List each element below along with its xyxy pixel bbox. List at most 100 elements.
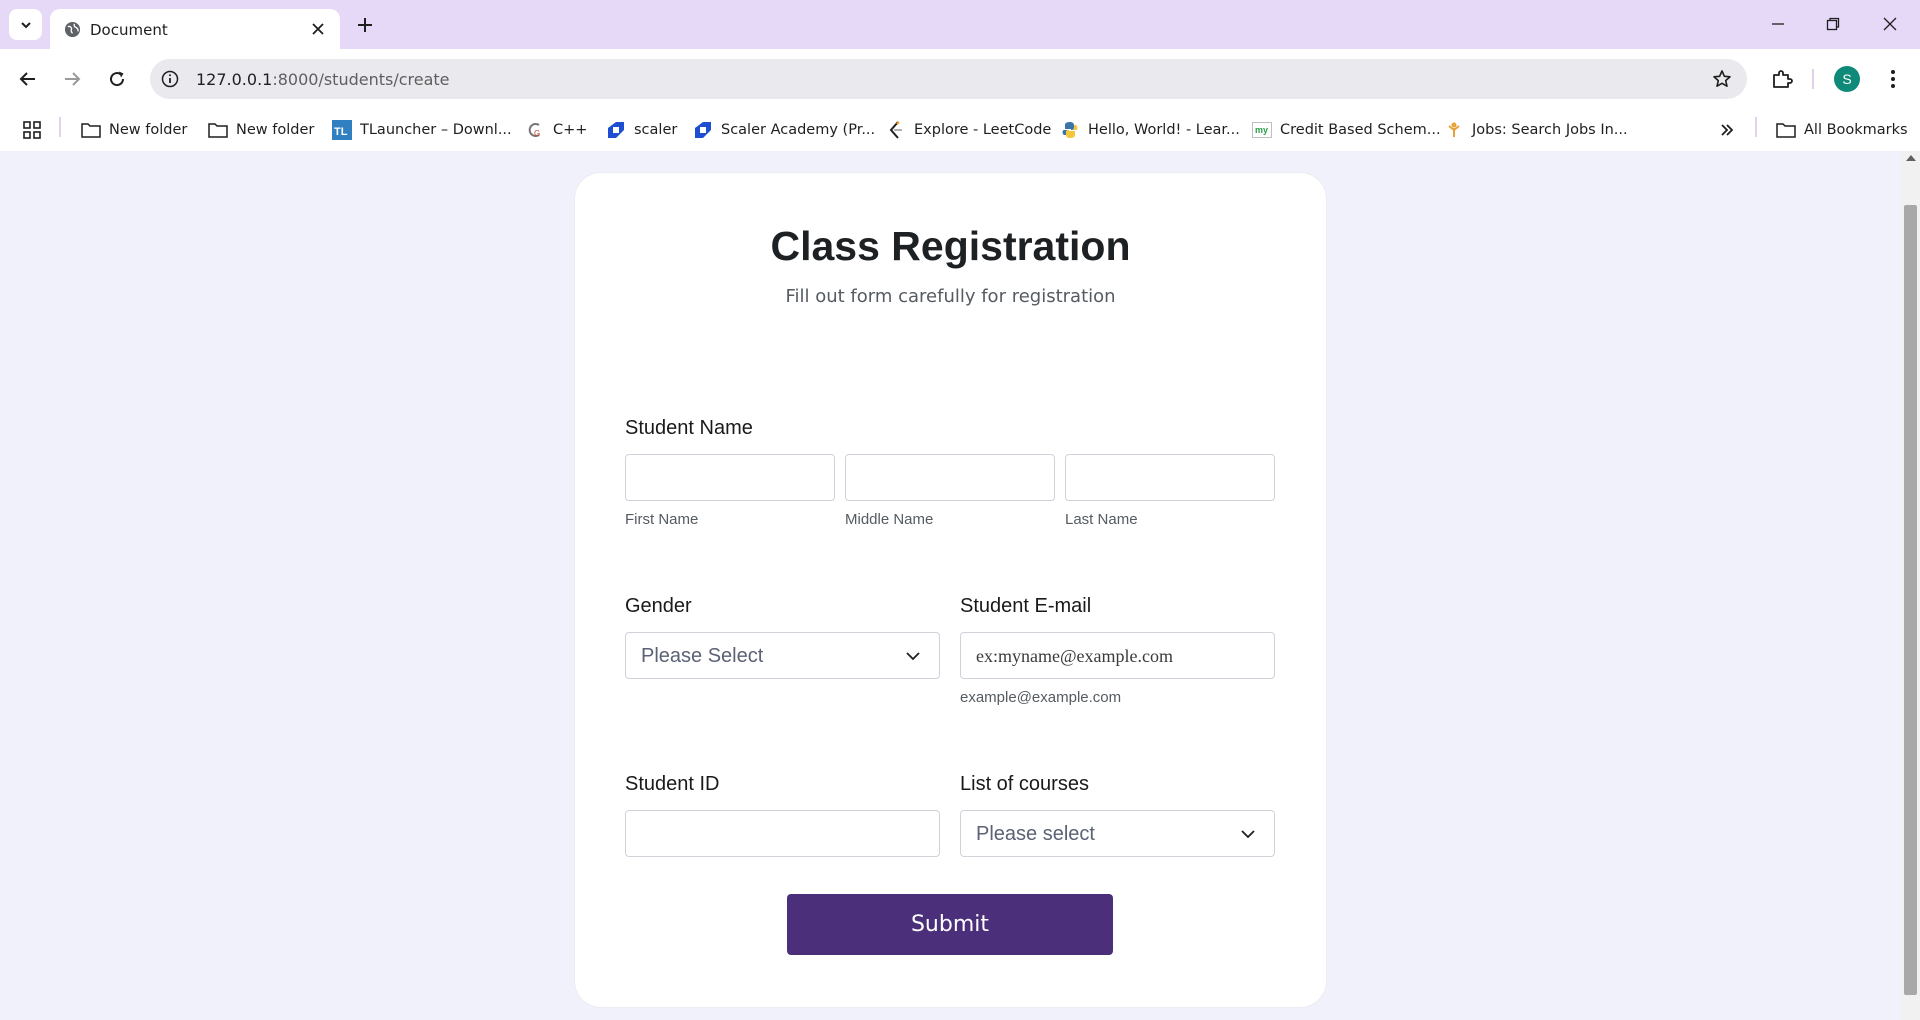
bookmark-label: New folder: [236, 122, 315, 138]
courses-select[interactable]: Please select: [960, 810, 1275, 857]
site-info-icon[interactable]: [160, 69, 180, 89]
folder-icon: [81, 123, 101, 138]
page-scrollbar[interactable]: [1901, 151, 1920, 1020]
svg-text:my: my: [1255, 125, 1268, 135]
browser-toolbar: 127.0.0.1:8000/students/create S: [0, 49, 1920, 109]
url-path: :8000/students/create: [272, 70, 450, 89]
bookmark-item[interactable]: Jobs: Search Jobs In...: [1444, 118, 1628, 142]
toolbar-divider: [1812, 69, 1814, 89]
bookmark-label: Credit Based Schem...: [1280, 122, 1441, 138]
extensions-button[interactable]: [1767, 64, 1797, 94]
student-id-input[interactable]: [625, 810, 940, 857]
new-tab-button[interactable]: [354, 14, 376, 36]
courses-label: List of courses: [960, 773, 1089, 795]
all-bookmarks-button[interactable]: All Bookmarks: [1776, 118, 1908, 142]
close-window-button[interactable]: [1868, 10, 1912, 38]
tab-strip: Document: [0, 0, 1920, 49]
email-placeholder: ex:myname@example.com: [976, 646, 1174, 666]
restore-icon: [1826, 17, 1840, 31]
last-name-sublabel: Last Name: [1065, 511, 1138, 528]
email-hint: example@example.com: [960, 689, 1122, 706]
first-name-sublabel: First Name: [625, 511, 699, 528]
bookmark-item[interactable]: New folder: [208, 118, 314, 142]
double-chevron-right-icon: [1721, 124, 1734, 136]
chevron-down-icon: [906, 652, 920, 661]
folder-icon: [1776, 123, 1796, 138]
folder-icon: [208, 123, 228, 138]
scaler-icon: [608, 122, 624, 138]
bookmark-label: Scaler Academy (Pr...: [721, 122, 876, 138]
bookmark-divider: [59, 117, 61, 137]
forward-button[interactable]: [57, 64, 87, 94]
address-bar[interactable]: 127.0.0.1:8000/students/create: [150, 59, 1747, 99]
courses-selected-value: Please select: [976, 823, 1095, 845]
form-title: Class Registration: [770, 223, 1131, 269]
my-icon: my: [1252, 122, 1272, 138]
middle-name-input[interactable]: [845, 454, 1055, 501]
registration-form: Class Registration Fill out form careful…: [575, 173, 1326, 1007]
puzzle-icon: [1773, 70, 1793, 88]
scaler-icon: [695, 122, 711, 138]
apps-grid-icon: [23, 121, 41, 139]
gender-selected-value: Please Select: [641, 645, 764, 667]
bookmark-label: Jobs: Search Jobs In...: [1472, 122, 1628, 138]
email-label: Student E-mail: [960, 595, 1092, 617]
minimize-button[interactable]: [1756, 10, 1800, 38]
email-input[interactable]: ex:myname@example.com: [960, 632, 1275, 679]
student-id-label: Student ID: [625, 773, 720, 795]
first-name-input[interactable]: [625, 454, 835, 501]
restore-button[interactable]: [1811, 10, 1855, 38]
bookmark-label: Hello, World! - Lear...: [1088, 122, 1240, 138]
bookmark-star-icon[interactable]: [1711, 68, 1733, 90]
student-name-label: Student Name: [625, 417, 753, 439]
plus-icon: [358, 18, 372, 32]
tab-search-button[interactable]: [9, 9, 42, 40]
reload-button[interactable]: [102, 64, 132, 94]
bookmark-item[interactable]: Scaler Academy (Pr...: [693, 118, 875, 142]
close-tab-icon[interactable]: [308, 19, 328, 39]
bookmark-label: C++: [553, 122, 588, 138]
bookmark-label: New folder: [109, 122, 188, 138]
chevron-down-icon: [20, 21, 31, 28]
scroll-thumb[interactable]: [1904, 205, 1917, 995]
bookmark-item[interactable]: scaler: [606, 118, 677, 142]
page-viewport: Class Registration Fill out form careful…: [0, 151, 1920, 1020]
form-subtitle: Fill out form carefully for registration: [785, 286, 1116, 307]
kebab-menu-icon: [1891, 70, 1895, 88]
url-host: 127.0.0.1: [196, 70, 273, 89]
all-bookmarks-label: All Bookmarks: [1804, 122, 1908, 138]
menu-button[interactable]: [1878, 64, 1908, 94]
url-text[interactable]: 127.0.0.1:8000/students/create: [196, 70, 450, 89]
tab-title: Document: [90, 21, 168, 39]
bookmark-item[interactable]: Hello, World! - Lear...: [1060, 118, 1240, 142]
bookmark-item[interactable]: G C++: [525, 118, 587, 142]
svg-text:G: G: [534, 129, 540, 138]
last-name-input[interactable]: [1065, 454, 1275, 501]
globe-icon: [64, 21, 81, 38]
bookmark-divider: [1755, 117, 1757, 137]
leetcode-icon: [889, 121, 902, 139]
bookmark-item[interactable]: New folder: [81, 118, 187, 142]
scroll-up-arrow-icon[interactable]: [1906, 155, 1916, 161]
submit-button[interactable]: Submit: [787, 894, 1113, 955]
tlauncher-icon: TL: [332, 120, 352, 140]
middle-name-sublabel: Middle Name: [845, 511, 934, 528]
python-icon: [1062, 122, 1078, 138]
more-bookmarks-button[interactable]: [1717, 118, 1737, 142]
bookmark-label: Explore - LeetCode: [914, 122, 1052, 138]
apps-button[interactable]: [22, 118, 42, 142]
bookmark-item[interactable]: TL TLauncher – Downl...: [332, 118, 512, 142]
gender-label: Gender: [625, 595, 692, 617]
tab-document[interactable]: Document: [50, 9, 340, 49]
back-button[interactable]: [13, 64, 43, 94]
arrow-right-icon: [65, 72, 81, 86]
close-icon: [1883, 17, 1897, 31]
gender-select[interactable]: Please Select: [625, 632, 940, 679]
jobs-icon: [1448, 122, 1460, 137]
bookmarks-bar: New folder New folder TL TLauncher – Dow…: [0, 109, 1920, 151]
minimize-icon: [1772, 23, 1784, 25]
profile-avatar[interactable]: S: [1834, 66, 1860, 92]
bookmark-item[interactable]: Explore - LeetCode: [886, 118, 1051, 142]
reload-icon: [110, 71, 125, 87]
bookmark-item[interactable]: my Credit Based Schem...: [1252, 118, 1441, 142]
